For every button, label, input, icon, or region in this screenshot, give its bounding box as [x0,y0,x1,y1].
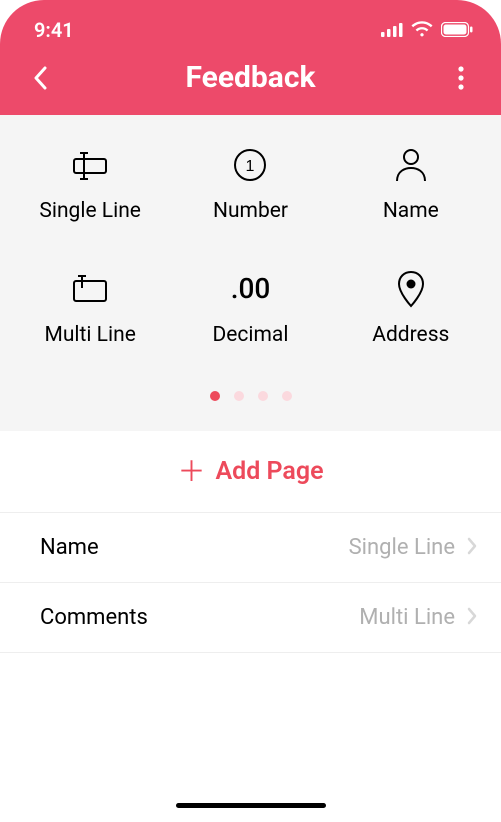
field-row[interactable]: Name Single Line [0,513,501,583]
number-icon: 1 [233,145,267,185]
plus-icon: ＋ [177,458,205,486]
decimal-icon: .00 [231,269,271,309]
field-list: Name Single Line Comments Multi Line [0,512,501,653]
palette-item-number[interactable]: 1 Number [170,145,330,223]
palette-label: Multi Line [44,323,135,347]
back-button[interactable] [20,66,60,90]
more-vertical-icon [458,66,464,90]
palette-item-multi-line[interactable]: Multi Line [10,269,170,347]
battery-icon [441,18,473,42]
page-dot [210,391,220,401]
palette-item-address[interactable]: Address [331,269,491,347]
field-name: Name [40,535,349,560]
location-pin-icon [397,269,425,309]
page-indicator[interactable] [10,391,491,401]
status-bar: 9:41 [0,10,501,46]
chevron-right-icon [467,537,477,559]
palette-item-decimal[interactable]: .00 Decimal [170,269,330,347]
palette-label: Decimal [213,323,289,347]
field-type: Multi Line [359,605,455,630]
status-time: 9:41 [34,18,74,42]
add-page-button[interactable]: ＋ Add Page [0,431,501,512]
multi-line-icon [70,269,110,309]
cellular-icon [381,18,403,42]
single-line-icon [70,145,110,185]
palette-label: Name [383,199,439,223]
person-icon [394,145,428,185]
page-dot [234,391,244,401]
palette-item-name[interactable]: Name [331,145,491,223]
palette-label: Single Line [39,199,141,223]
page-title: Feedback [60,60,441,95]
home-indicator[interactable] [176,803,326,808]
field-row[interactable]: Comments Multi Line [0,583,501,653]
add-page-label: Add Page [215,457,323,486]
field-palette: Single Line 1 Number Name Multi Line [0,115,501,431]
palette-label: Number [213,199,288,223]
wifi-icon [411,18,433,42]
field-name: Comments [40,605,359,630]
more-button[interactable] [441,66,481,90]
palette-item-single-line[interactable]: Single Line [10,145,170,223]
page-dot [258,391,268,401]
field-type: Single Line [349,535,455,560]
chevron-left-icon [33,66,47,90]
palette-label: Address [372,323,449,347]
page-dot [282,391,292,401]
svg-text:1: 1 [246,158,255,175]
chevron-right-icon [467,607,477,629]
